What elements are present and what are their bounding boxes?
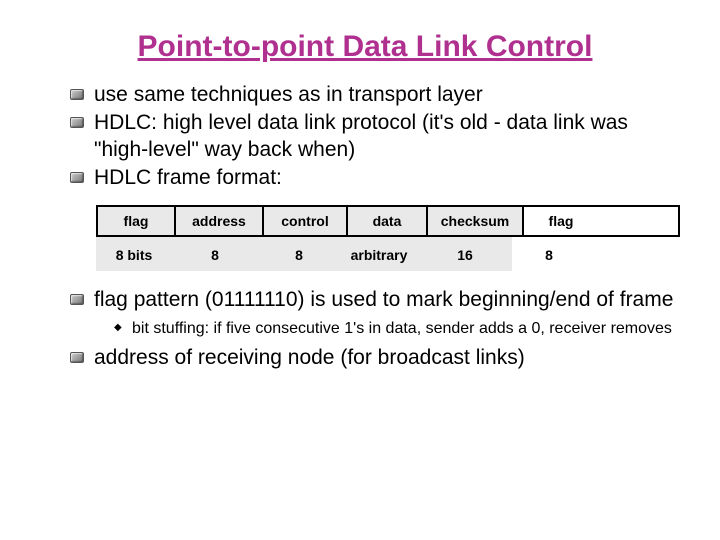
hdr-data: data [348, 207, 428, 235]
bullet-hdlc-protocol: HDLC: high level data link protocol (it'… [70, 110, 680, 163]
hdlc-frame-diagram: flag address control data checksum flag … [96, 205, 680, 271]
slide-title: Point-to-point Data Link Control [50, 30, 680, 64]
bullet-hdlc-frame-format: HDLC frame format: [70, 165, 680, 191]
bullet-group-bottom: flag pattern (01111110) is used to mark … [70, 287, 680, 372]
hdr-flag1: flag [98, 207, 176, 235]
val-flag2: 8 [512, 237, 586, 271]
bullet-group-top: use same techniques as in transport laye… [70, 82, 680, 191]
val-data: arbitrary [340, 237, 418, 271]
val-checksum: 16 [418, 237, 512, 271]
bullet-use-same-techniques: use same techniques as in transport laye… [70, 82, 680, 108]
val-flag1: 8 bits [96, 237, 172, 271]
hdr-checksum: checksum [428, 207, 524, 235]
subbullet-bit-stuffing: bit stuffing: if five consecutive 1's in… [114, 319, 680, 339]
val-address: 8 [172, 237, 258, 271]
val-control: 8 [258, 237, 340, 271]
diagram-value-row: 8 bits 8 8 arbitrary 16 8 [96, 237, 680, 271]
diagram-header-row: flag address control data checksum flag [96, 205, 680, 237]
slide: Point-to-point Data Link Control use sam… [0, 0, 720, 394]
hdr-control: control [264, 207, 348, 235]
hdr-flag2: flag [524, 207, 598, 235]
bullet-address: address of receiving node (for broadcast… [70, 345, 680, 371]
bullet-flag-pattern: flag pattern (01111110) is used to mark … [70, 287, 680, 313]
hdr-address: address [176, 207, 264, 235]
